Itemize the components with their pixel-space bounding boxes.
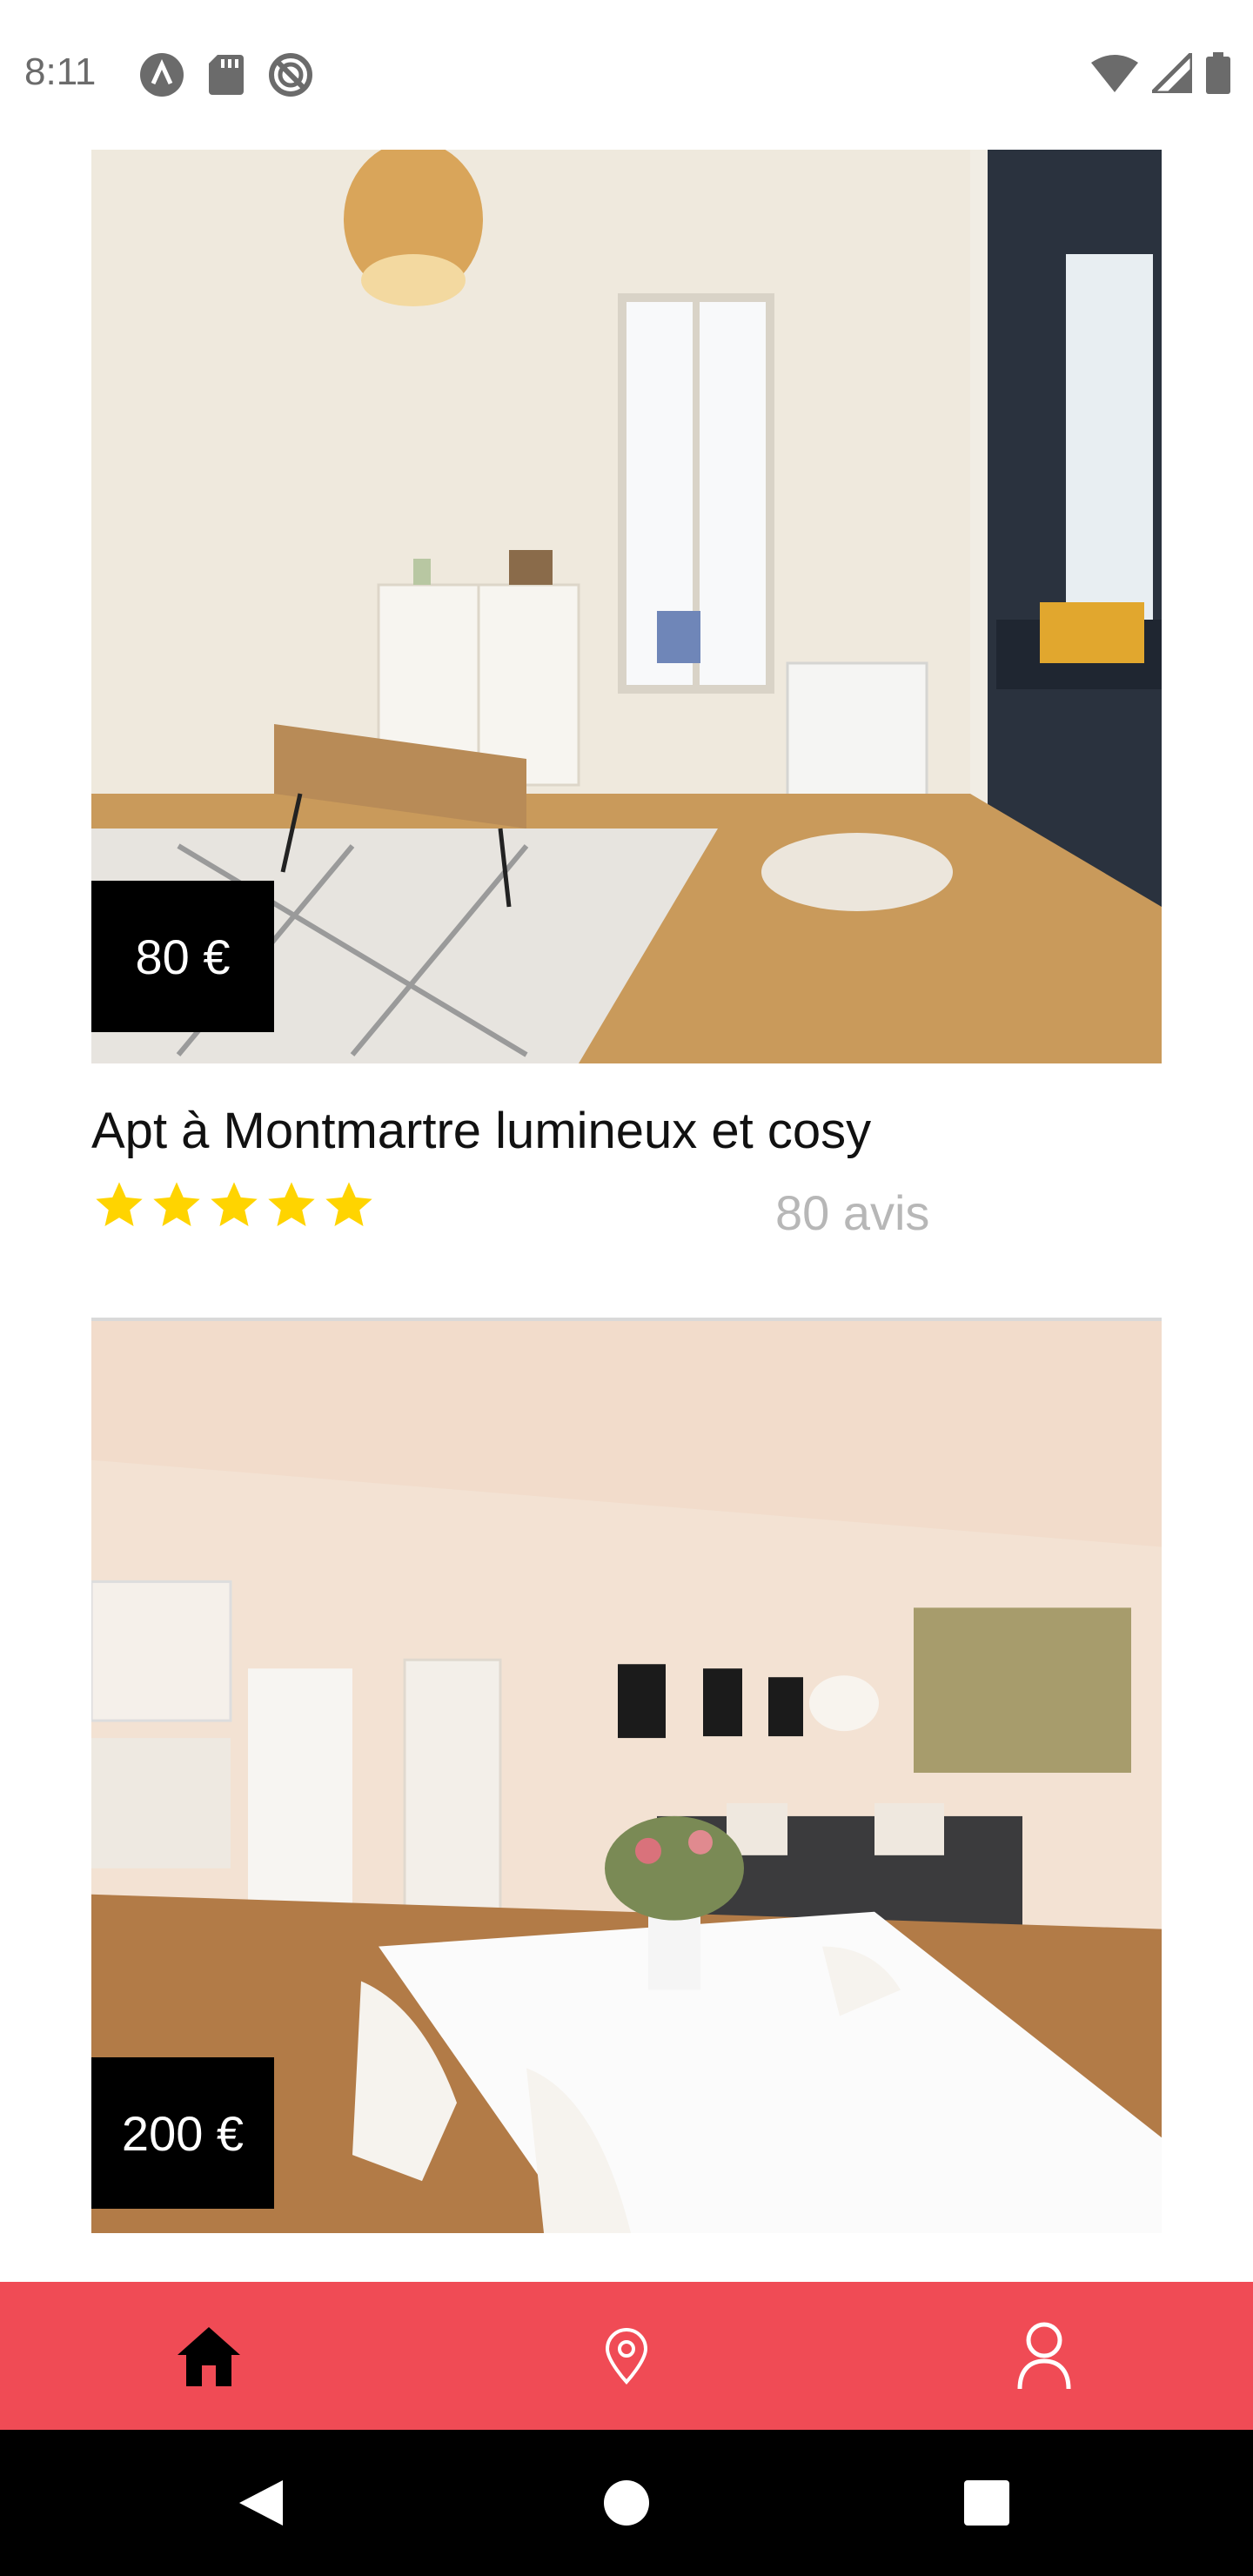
status-icons-right: [1091, 52, 1230, 94]
system-nav: [0, 2430, 1253, 2576]
star-icon: [211, 1182, 258, 1226]
user-icon: [1017, 2322, 1071, 2390]
price-tag: 200 €: [91, 2057, 274, 2209]
price-tag: 80 €: [91, 881, 274, 1032]
cell-signal-icon: [1152, 53, 1192, 93]
do-not-disturb-icon: [269, 53, 312, 97]
star-icon: [268, 1182, 315, 1226]
nav-item-map[interactable]: [548, 2282, 705, 2430]
back-icon: [239, 2480, 283, 2526]
wifi-icon: [1091, 55, 1138, 92]
listing-image[interactable]: 200 €: [91, 1318, 1162, 2233]
bottom-nav: [0, 2282, 1253, 2430]
system-back-button[interactable]: [200, 2430, 322, 2576]
map-pin-icon: [605, 2328, 648, 2385]
listing-card[interactable]: 80 € Apt à Montmartre lumineux et cosy 8…: [91, 150, 1162, 1256]
sd-card-icon: [209, 55, 244, 95]
recents-icon: [964, 2480, 1009, 2526]
status-time: 8:11: [24, 50, 97, 93]
listing-card[interactable]: 200 €: [91, 1318, 1162, 2233]
listing-meta: 80 avis: [91, 1177, 1162, 1256]
star-rating: [91, 1177, 377, 1233]
home-icon: [178, 2327, 240, 2386]
battery-icon: [1206, 52, 1230, 94]
home-circle-icon: [604, 2480, 649, 2526]
star-icon: [153, 1182, 200, 1226]
listing-image[interactable]: 80 €: [91, 150, 1162, 1063]
status-icons-left: [139, 52, 313, 97]
status-bar: 8:11: [0, 0, 1253, 148]
system-home-button[interactable]: [566, 2430, 687, 2576]
star-icon: [325, 1182, 372, 1226]
system-recents-button[interactable]: [926, 2430, 1048, 2576]
nav-item-profile[interactable]: [966, 2282, 1122, 2430]
nav-item-home[interactable]: [131, 2282, 287, 2430]
star-icon: [96, 1182, 143, 1226]
reviews-count: 80 avis: [775, 1185, 930, 1240]
listing-title[interactable]: Apt à Montmartre lumineux et cosy: [91, 1102, 1162, 1160]
notification-a-icon: [140, 53, 184, 97]
